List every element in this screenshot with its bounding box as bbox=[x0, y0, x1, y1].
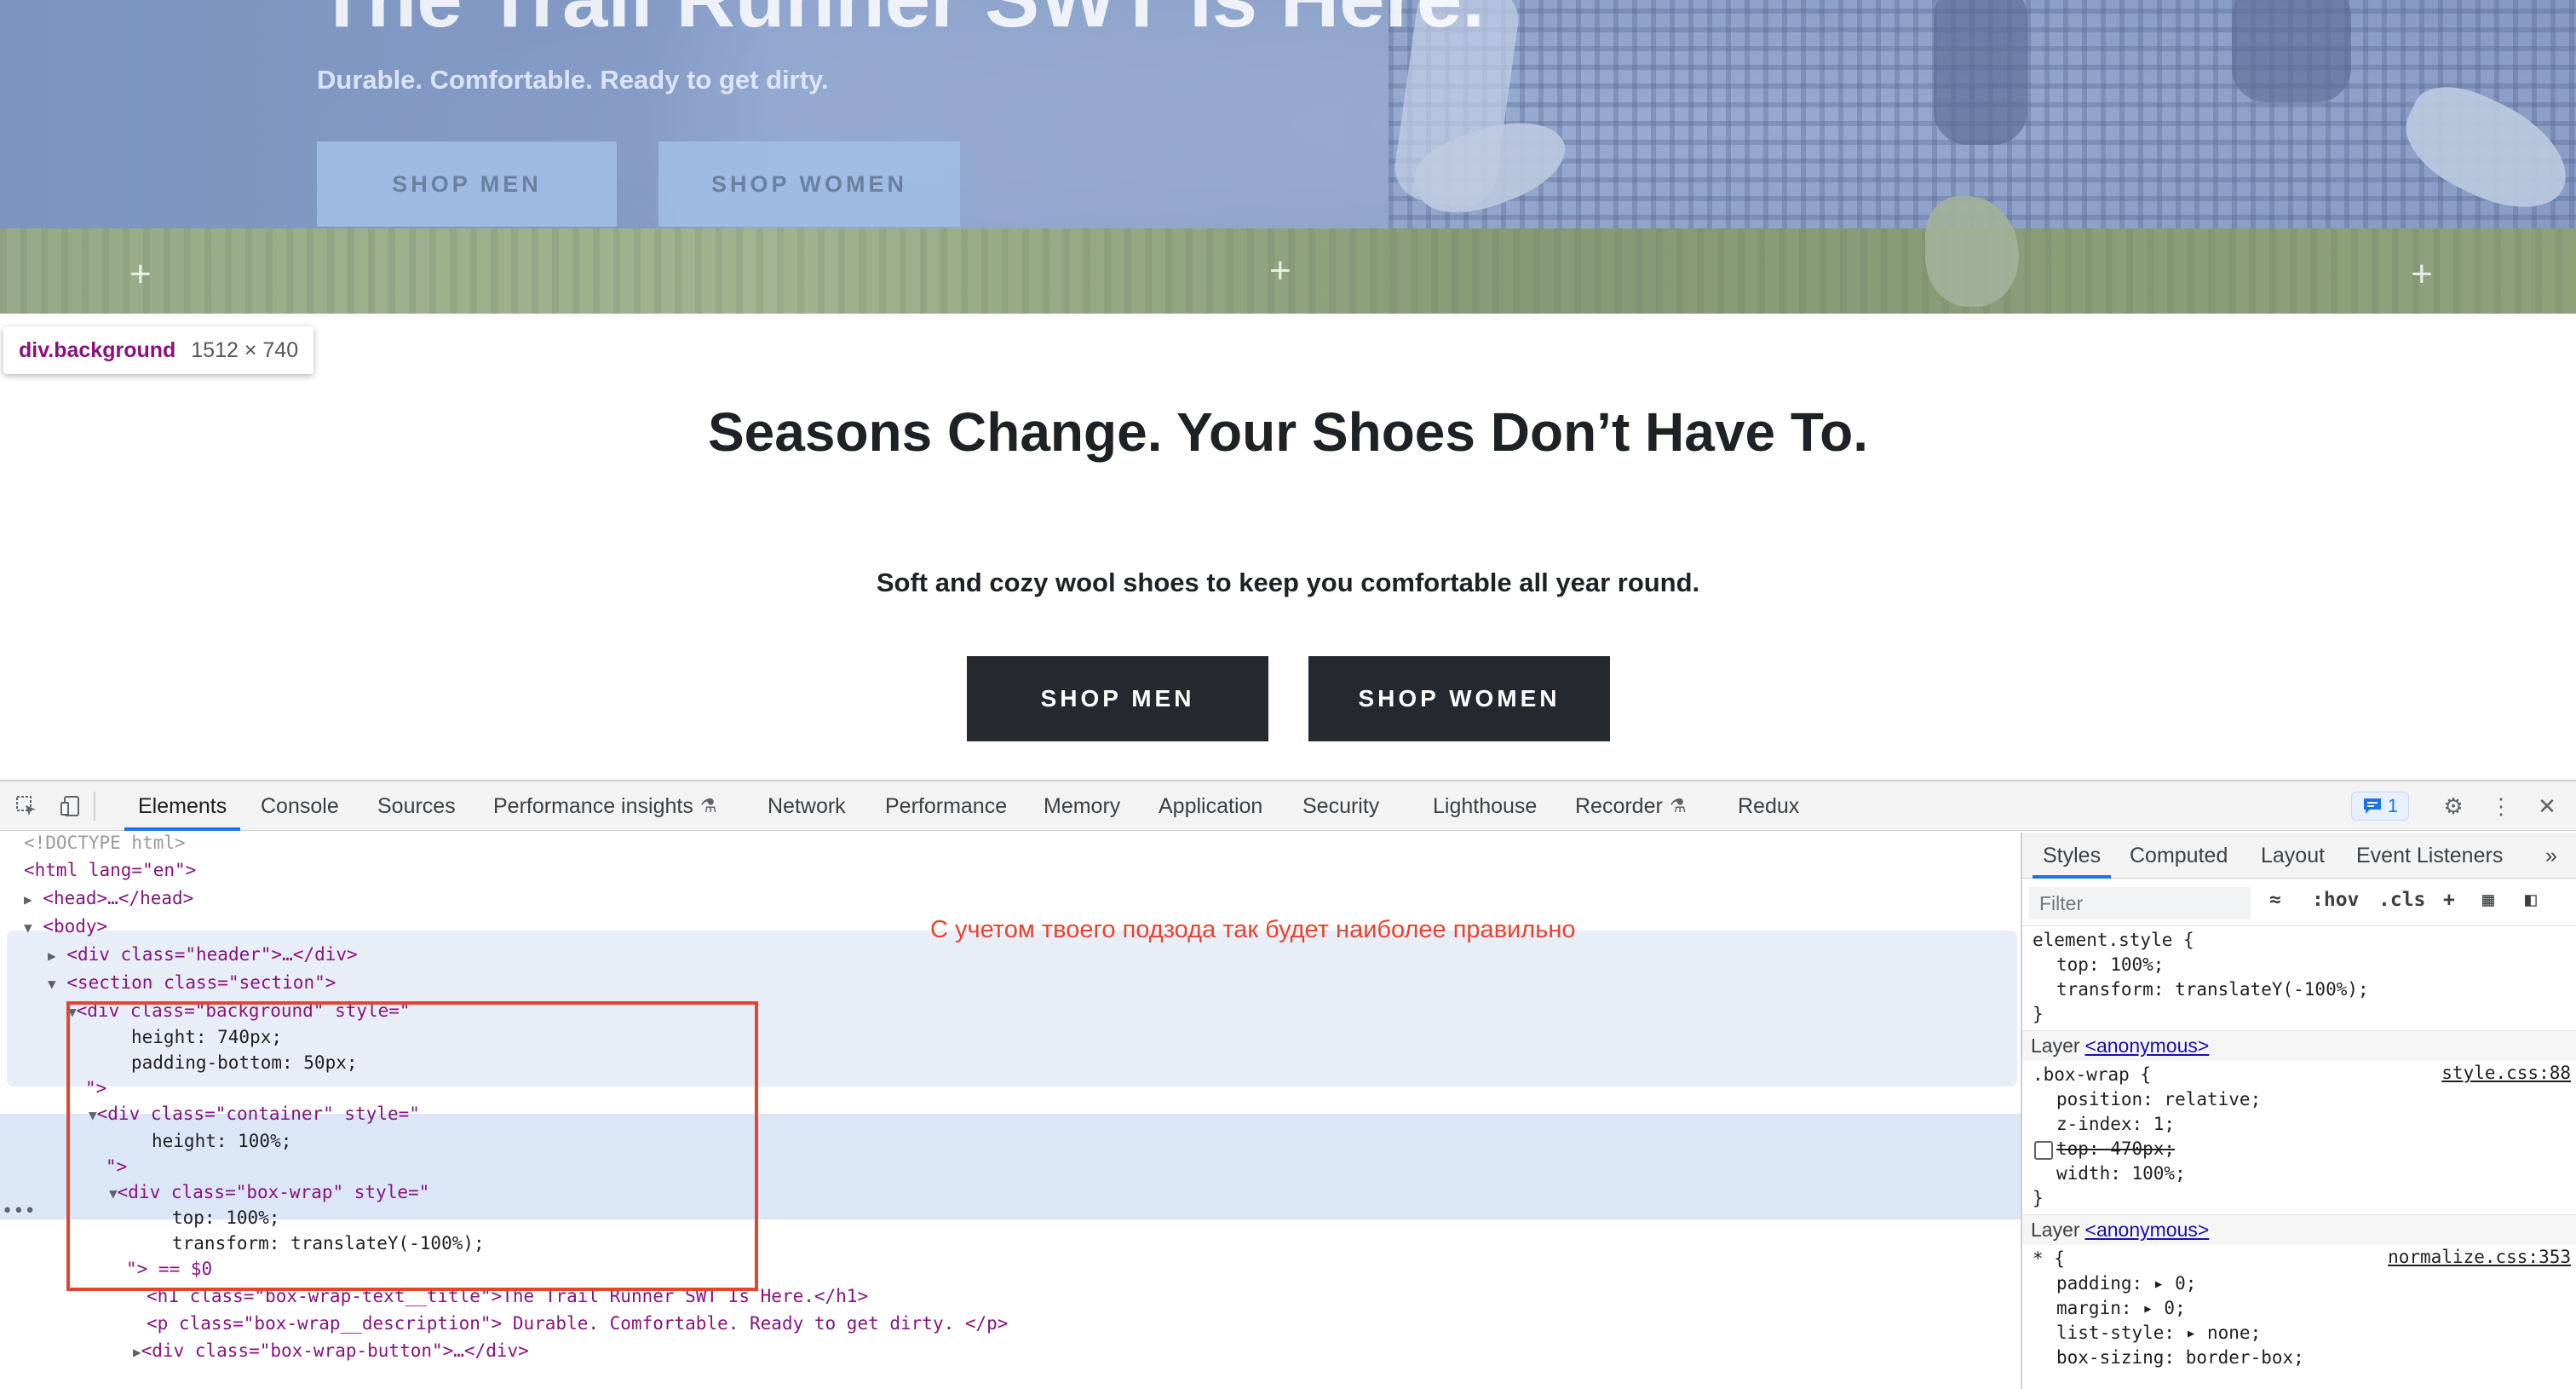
css-prop-zindex[interactable]: z-index: 1; bbox=[2056, 1112, 2175, 1137]
css-prop-top[interactable]: top: 100%; bbox=[2056, 953, 2164, 977]
css-prop-margin[interactable]: margin: ▸ 0; bbox=[2056, 1296, 2186, 1321]
tab-label: Recorder bbox=[1575, 793, 1663, 818]
tab-recorder[interactable]: Recorder ⚗ bbox=[1575, 781, 1687, 831]
toggle-renderings-icon[interactable]: ≈ bbox=[2269, 889, 2281, 911]
layer-row: Layer <anonymous> bbox=[2022, 1030, 2576, 1061]
tab-application[interactable]: Application bbox=[1159, 781, 1262, 831]
layer-row: Layer <anonymous> bbox=[2022, 1214, 2576, 1245]
flask-icon: ⚗ bbox=[699, 795, 717, 816]
crosshair-icon: + bbox=[2411, 253, 2433, 295]
tab-layout[interactable]: Layout bbox=[2261, 833, 2325, 879]
hero-title: The Trail Runner SWT Is Here. bbox=[317, 0, 1485, 46]
styles-tabs: Styles Computed Layout Event Listeners » bbox=[2022, 833, 2576, 879]
shop-men-button[interactable]: SHOP MEN bbox=[967, 656, 1268, 741]
device-toolbar-icon[interactable] bbox=[58, 793, 83, 819]
tab-sources[interactable]: Sources bbox=[377, 781, 456, 831]
settings-gear-icon[interactable]: ⚙ bbox=[2441, 793, 2466, 819]
css-prop-transform[interactable]: transform: translateY(-100%); bbox=[2056, 977, 2369, 1002]
tab-computed[interactable]: Computed bbox=[2130, 833, 2228, 879]
element-style-selector[interactable]: element.style { bbox=[2033, 928, 2194, 953]
dom-p[interactable]: <p class="box-wrap__description"> Durabl… bbox=[147, 1310, 1008, 1337]
css-prop-width[interactable]: width: 100%; bbox=[2056, 1161, 2186, 1186]
devtools-toolbar: Elements Console Sources Performance ins… bbox=[0, 781, 2576, 831]
close-brace: } bbox=[2033, 1004, 2044, 1024]
hero-shop-men-button[interactable]: SHOP MEN bbox=[317, 141, 617, 227]
issues-count: 1 bbox=[2387, 795, 2399, 816]
flask-icon: ⚗ bbox=[1669, 795, 1687, 816]
tab-elements[interactable]: Elements bbox=[124, 781, 241, 831]
layer-link[interactable]: <anonymous> bbox=[2085, 1035, 2210, 1058]
inspect-tooltip: div.background 1512 × 740 bbox=[3, 326, 314, 374]
more-tabs-icon[interactable]: » bbox=[2545, 833, 2557, 879]
hero-background: + + + The Trail Runner SWT Is Here. Dura… bbox=[0, 0, 2576, 314]
styles-filter-row: ≈ :hov .cls + ▦ ◧ bbox=[2022, 879, 2576, 926]
tab-lighthouse[interactable]: Lighthouse bbox=[1433, 781, 1537, 831]
node-actions-icon[interactable]: ••• bbox=[2, 1201, 36, 1222]
section-subtitle: Soft and cozy wool shoes to keep you com… bbox=[876, 568, 1700, 597]
dom-head[interactable]: ▶ <head>…</head> bbox=[24, 885, 193, 912]
boxwrap-selector[interactable]: .box-wrap { bbox=[2033, 1063, 2151, 1087]
universal-selector[interactable]: * { bbox=[2033, 1247, 2065, 1271]
issues-badge[interactable]: 1 bbox=[2351, 792, 2409, 821]
dom-section[interactable]: ▼ <section class="section"> bbox=[48, 969, 336, 996]
new-rule-icon[interactable]: + bbox=[2443, 889, 2455, 911]
tooltip-dimensions: 1512 × 740 bbox=[191, 337, 299, 362]
tab-performance[interactable]: Performance bbox=[885, 781, 1007, 831]
crosshair-icon: + bbox=[1269, 250, 1291, 291]
hero-description: Durable. Comfortable. Ready to get dirty… bbox=[317, 65, 829, 95]
tab-console[interactable]: Console bbox=[261, 781, 339, 831]
tab-security[interactable]: Security bbox=[1302, 781, 1379, 831]
css-prop-position[interactable]: position: relative; bbox=[2056, 1087, 2261, 1112]
source-link[interactable]: style.css:88 bbox=[2441, 1063, 2571, 1083]
tab-event-listeners[interactable]: Event Listeners bbox=[2356, 833, 2503, 879]
devtools-panel: Elements Console Sources Performance ins… bbox=[0, 780, 2576, 1389]
page-viewport: + + + The Trail Runner SWT Is Here. Dura… bbox=[0, 0, 2576, 780]
styles-filter-input[interactable] bbox=[2029, 887, 2251, 919]
paint-icon[interactable]: ▦ bbox=[2482, 889, 2494, 911]
dom-html[interactable]: <html lang="en"> bbox=[24, 856, 196, 884]
close-icon[interactable]: ✕ bbox=[2534, 793, 2560, 819]
css-prop-padding[interactable]: padding: ▸ 0; bbox=[2056, 1271, 2196, 1296]
styles-panel: Styles Computed Layout Event Listeners »… bbox=[2021, 833, 2576, 1389]
tooltip-class: .background bbox=[48, 337, 176, 362]
hov-button[interactable]: :hov bbox=[2312, 889, 2359, 911]
css-prop-top-disabled[interactable]: top: 470px; bbox=[2056, 1137, 2175, 1161]
sidebar-toggle-icon[interactable]: ◧ bbox=[2525, 889, 2537, 911]
close-brace: } bbox=[2033, 1188, 2044, 1208]
more-options-icon[interactable]: ⋮ bbox=[2488, 793, 2514, 819]
crosshair-icon: + bbox=[129, 253, 152, 295]
dom-body[interactable]: ▼ <body> bbox=[24, 913, 107, 940]
dom-doctype[interactable]: <!DOCTYPE html> bbox=[24, 833, 186, 856]
css-prop-box-sizing[interactable]: box-sizing: border-box; bbox=[2056, 1346, 2304, 1370]
dom-header-div[interactable]: ▶ <div class="header">…</div> bbox=[48, 941, 358, 968]
tab-network[interactable]: Network bbox=[768, 781, 846, 831]
section-title: Seasons Change. Your Shoes Don’t Have To… bbox=[707, 401, 1869, 463]
tab-redux[interactable]: Redux bbox=[1738, 781, 1799, 831]
tab-memory[interactable]: Memory bbox=[1044, 781, 1120, 831]
message-icon bbox=[2363, 798, 2381, 814]
tab-styles[interactable]: Styles bbox=[2032, 833, 2112, 879]
annotation-red-box bbox=[66, 1001, 758, 1291]
source-link[interactable]: normalize.css:353 bbox=[2388, 1247, 2571, 1267]
inspect-element-icon[interactable] bbox=[14, 793, 39, 819]
cls-button[interactable]: .cls bbox=[2378, 889, 2425, 911]
dom-button-div[interactable]: ▶<div class="box-wrap-button">…</div> bbox=[133, 1337, 529, 1364]
shop-women-button[interactable]: SHOP WOMEN bbox=[1308, 656, 1610, 741]
annotation-note: С учетом твоего подзода так будет наибол… bbox=[930, 916, 1576, 943]
layer-link[interactable]: <anonymous> bbox=[2085, 1219, 2210, 1242]
css-prop-list-style[interactable]: list-style: ▸ none; bbox=[2056, 1321, 2261, 1346]
toolbar-divider bbox=[94, 792, 95, 821]
tab-performance-insights[interactable]: Performance insights ⚗ bbox=[493, 781, 717, 831]
tooltip-tag: div bbox=[19, 337, 49, 362]
layer-label: Layer bbox=[2031, 1219, 2080, 1241]
property-checkbox[interactable] bbox=[2034, 1141, 2053, 1160]
hero-shop-women-button[interactable]: SHOP WOMEN bbox=[658, 141, 960, 227]
tab-label: Performance insights bbox=[493, 793, 693, 818]
layer-label: Layer bbox=[2031, 1035, 2080, 1057]
